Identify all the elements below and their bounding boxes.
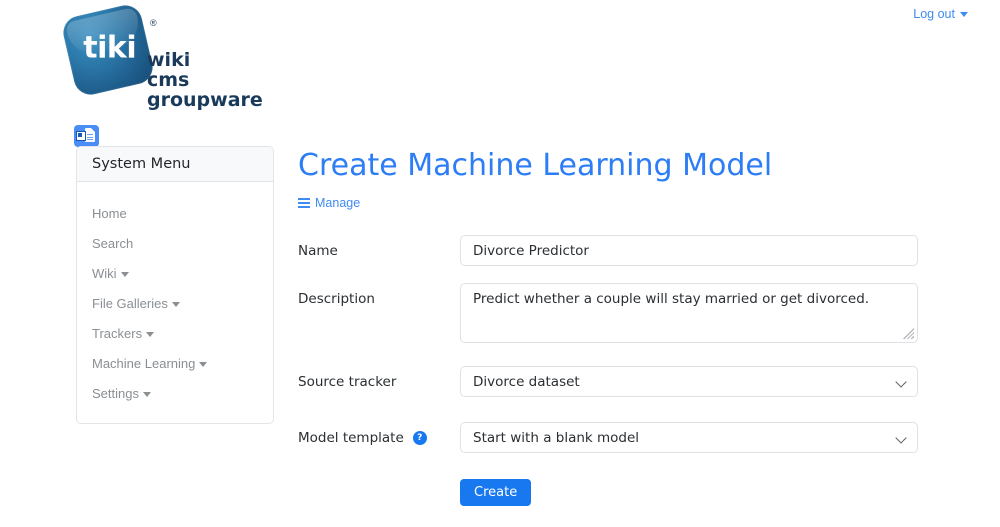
sidebar-item-label: Home [92,206,127,221]
logo-tagline-line-3: groupware [147,89,263,111]
create-button[interactable]: Create [460,479,532,506]
module-page-icon [85,128,95,142]
create-model-form: Name Description Source tracker Divorce … [298,235,938,506]
module-badge-icon [76,131,86,141]
description-control [460,283,938,343]
description-label: Description [298,291,375,307]
site-logo[interactable]: tiki ® wiki cms groupware [60,2,328,111]
logo-tagline-line-1: wiki [147,49,191,71]
sidebar-item-label: Settings [92,386,139,401]
form-row-model-template: Model template ? Start with a blank mode… [298,422,938,453]
submit-row: Create [298,479,938,506]
list-icon [298,198,310,208]
source-tracker-select[interactable]: Divorce dataset [460,366,918,397]
sidebar-item-label: Machine Learning [92,356,196,371]
system-menu-list: Home Search Wiki File Galleries Trackers… [77,182,273,409]
description-textarea[interactable] [460,283,918,343]
model-template-control: Start with a blank model [460,422,938,453]
sidebar-item-machine-learning[interactable]: Machine Learning [77,349,273,379]
form-row-name: Name [298,235,938,266]
name-input[interactable] [460,235,918,266]
chevron-down-icon [146,332,155,338]
form-row-description: Description [298,283,938,343]
sidebar-item-file-galleries[interactable]: File Galleries [77,289,273,319]
form-row-source-tracker: Source tracker Divorce dataset [298,366,938,397]
sidebar-item-label: Wiki [92,266,117,281]
page-title: Create Machine Learning Model [298,148,773,183]
chevron-down-icon [960,12,968,18]
logo-tagline: wiki cms groupware [147,50,263,110]
model-template-label-group: Model template ? [298,422,460,446]
source-tracker-select-wrap: Divorce dataset [460,366,918,397]
source-tracker-label: Source tracker [298,374,397,390]
chevron-down-icon [142,392,151,398]
sidebar-item-label: Search [92,236,134,251]
logout-label: Log out [913,7,955,21]
module-toggle-icon[interactable] [74,125,99,147]
sidebar-item-settings[interactable]: Settings [77,379,273,409]
manage-link[interactable]: Manage [298,196,360,210]
system-menu-module: System Menu Home Search Wiki File Galler… [76,146,274,424]
registered-trademark-icon: ® [150,18,157,28]
sidebar-item-search[interactable]: Search [77,229,273,259]
sidebar-item-label: Trackers [92,326,143,341]
logout-menu[interactable]: Log out [913,7,968,21]
logo-wordmark: tiki [83,30,137,66]
sidebar-item-home[interactable]: Home [77,199,273,229]
chevron-down-icon [171,302,180,308]
tiki-logo-mark: tiki [60,2,156,98]
sidebar-item-label: File Galleries [92,296,168,311]
manage-link-label: Manage [315,196,361,210]
model-template-select-wrap: Start with a blank model [460,422,918,453]
source-tracker-control: Divorce dataset [460,366,938,397]
model-template-select[interactable]: Start with a blank model [460,422,918,453]
sidebar-item-wiki[interactable]: Wiki [77,259,273,289]
page-root: Log out tiki ® wiki cms groupware System… [0,0,1000,527]
help-icon[interactable]: ? [412,431,427,445]
system-menu-title: System Menu [77,147,273,182]
name-label: Name [298,243,338,259]
logo-tagline-line-2: cms [147,69,190,91]
model-template-label: Model template [298,430,404,446]
sidebar-item-trackers[interactable]: Trackers [77,319,273,349]
chevron-down-icon [199,362,208,368]
name-control [460,235,938,266]
chevron-down-icon [120,272,129,278]
main-content: Create Machine Learning Model Manage Nam… [298,146,938,506]
